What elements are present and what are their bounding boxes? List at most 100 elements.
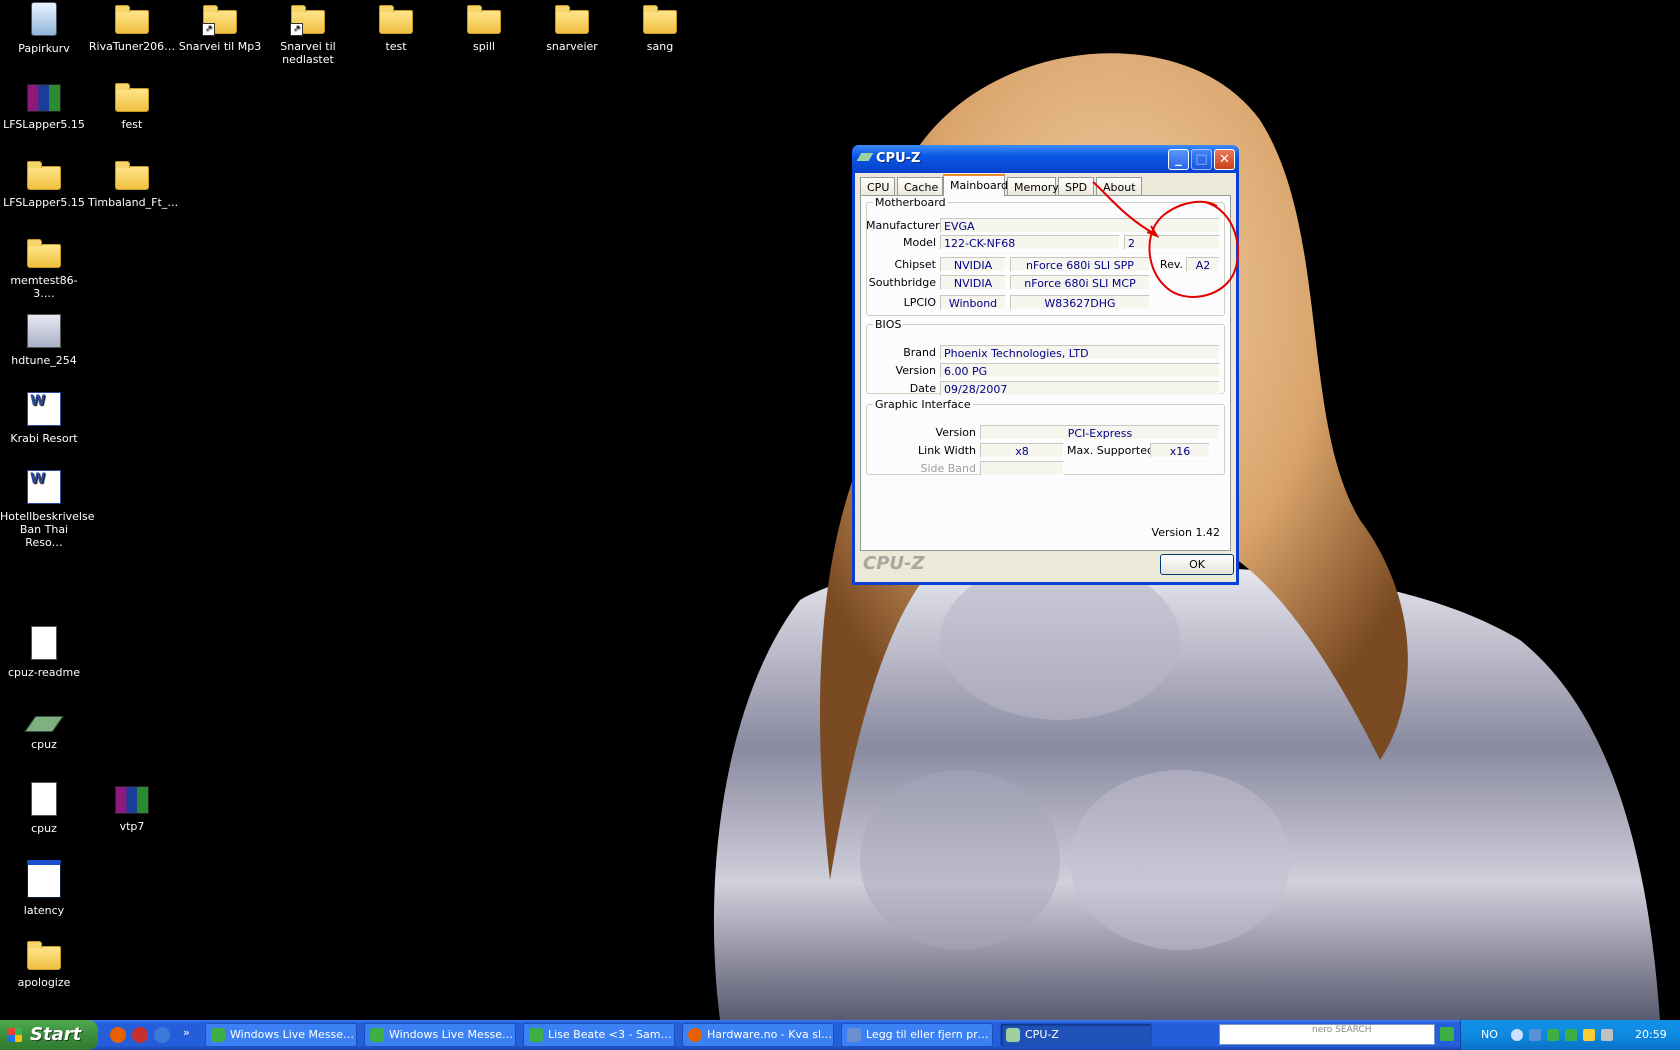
nero-search-box[interactable]: nero SEARCH	[1219, 1024, 1435, 1045]
chipset-vendor-value: NVIDIA	[940, 257, 1006, 272]
desktop-icon-test[interactable]: test	[352, 2, 440, 53]
desktop-icon-label: test	[385, 40, 407, 53]
tab-cpu[interactable]: CPU	[860, 177, 895, 196]
southbridge-vendor-value: NVIDIA	[940, 275, 1006, 290]
ie-quicklaunch-icon[interactable]	[154, 1027, 170, 1043]
folder-icon	[115, 83, 149, 112]
clock: 20:59	[1635, 1028, 1667, 1041]
group-legend: BIOS	[875, 318, 902, 331]
folder-icon	[379, 5, 413, 34]
desktop-icon-papirkurv[interactable]: Papirkurv	[0, 2, 88, 55]
tab-cache[interactable]: Cache	[897, 177, 943, 196]
folder-icon	[27, 941, 61, 970]
quicklaunch-chevron-icon[interactable]: »	[183, 1026, 190, 1039]
desktop-icon-snarvei-nedlastet[interactable]: Snarvei til nedlastet	[264, 2, 352, 66]
ok-button[interactable]: OK	[1160, 554, 1234, 575]
desktop-icon-label: LFSLapper5.15	[3, 196, 85, 209]
task-firefox[interactable]: Hardware.no - Kva sl…	[682, 1023, 834, 1047]
desktop-icon-label: hdtune_254	[11, 354, 77, 367]
tray-expand-icon[interactable]	[1511, 1029, 1523, 1041]
desktop-icon-cpuz-readme[interactable]: cpuz-readme	[0, 626, 88, 679]
side-band-label: Side Band	[920, 462, 976, 475]
messenger-tray-icon[interactable]	[1547, 1029, 1559, 1041]
tab-memory[interactable]: Memory	[1007, 177, 1059, 196]
desktop-icon-cpuz-cfg[interactable]: cpuz	[0, 782, 88, 835]
lpcio-label: LPCIO	[903, 296, 936, 309]
desktop-icon-label: latency	[23, 904, 65, 917]
desktop-icon-label: cpuz-readme	[8, 666, 80, 679]
cpuz-window: CPU-Z _ □ ✕ CPU Cache Mainboard Memory S…	[852, 145, 1239, 585]
firefox-icon	[688, 1028, 702, 1042]
config-file-icon	[31, 782, 57, 816]
task-label: Windows Live Messen…	[230, 1028, 357, 1041]
messenger-tray-icon-2[interactable]	[1565, 1029, 1577, 1041]
task-add-remove-programs[interactable]: Legg til eller fjern pro…	[841, 1023, 993, 1047]
tab-mainboard[interactable]: Mainboard	[943, 174, 1008, 196]
graphic-version-value: PCI-Express	[980, 425, 1220, 440]
bios-version-value: 6.00 PG	[940, 363, 1220, 378]
red-circle-annotation	[1092, 181, 1239, 298]
desktop-icon-rivatuner[interactable]: RivaTuner206…	[88, 2, 176, 53]
desktop-icon-label: Timbaland_Ft_…	[88, 196, 179, 209]
messenger-icon	[211, 1028, 225, 1042]
winrar-archive-icon	[115, 786, 149, 814]
window-title: CPU-Z	[876, 151, 921, 166]
desktop-icon-latency[interactable]: latency	[0, 860, 88, 917]
desktop-icon-label: Snarvei til nedlastet	[280, 40, 336, 66]
task-messenger-1[interactable]: Windows Live Messen…	[205, 1023, 357, 1047]
model-label: Model	[902, 236, 936, 249]
language-indicator[interactable]: NO	[1481, 1028, 1498, 1041]
security-alert-icon[interactable]	[1583, 1029, 1595, 1041]
task-label: CPU-Z	[1025, 1028, 1059, 1041]
search-go-icon[interactable]	[1440, 1027, 1454, 1041]
folder-icon	[115, 5, 149, 34]
desktop-icon-label: memtest86-3.…	[10, 274, 78, 300]
task-label: Windows Live Messen…	[389, 1028, 516, 1041]
start-button[interactable]: Start	[0, 1020, 98, 1050]
cpuz-chip-icon	[24, 716, 64, 732]
desktop-icon-lfslapper-rar[interactable]: LFSLapper5.15	[0, 80, 88, 131]
opera-quicklaunch-icon[interactable]	[132, 1027, 148, 1043]
task-label: Lise Beate <3 - Samtale	[548, 1028, 675, 1041]
desktop-icon-krabi[interactable]: Krabi Resort	[0, 392, 88, 445]
desktop-icon-memtest[interactable]: memtest86-3.…	[0, 236, 88, 300]
manufacturer-label: Manufacturer	[866, 219, 940, 232]
desktop-icon-spill[interactable]: spill	[440, 2, 528, 53]
task-messenger-2[interactable]: Windows Live Messen…	[364, 1023, 516, 1047]
desktop-icon-hdtune[interactable]: hdtune_254	[0, 314, 88, 367]
desktop-icon-label: apologize	[17, 976, 71, 989]
desktop-icon-label: spill	[473, 40, 495, 53]
desktop-icon-label: Hotellbeskrivelse Ban Thai Reso…	[0, 510, 95, 549]
messenger-icon	[370, 1028, 384, 1042]
taskbar: Start » Windows Live Messen… Windows Liv…	[0, 1020, 1680, 1050]
link-width-value: x8	[980, 443, 1064, 458]
desktop-icon-snarveier[interactable]: snarveier	[528, 2, 616, 53]
desktop-icon-apologize[interactable]: apologize	[0, 938, 88, 989]
desktop-icon-label: Snarvei til Mp3	[178, 40, 262, 53]
desktop-icon-label: RivaTuner206…	[88, 40, 176, 53]
window-titlebar[interactable]: CPU-Z _ □ ✕	[852, 145, 1239, 173]
desktop-icon-cpuz-app[interactable]: cpuz	[0, 704, 88, 751]
desktop-icon-lfslapper-folder[interactable]: LFSLapper5.15	[0, 158, 88, 209]
desktop-icon-snarvei-mp3[interactable]: Snarvei til Mp3	[176, 2, 264, 53]
desktop-icon-timbaland[interactable]: Timbaland_Ft_…	[88, 158, 179, 209]
folder-icon	[555, 5, 589, 34]
desktop-icon-fest[interactable]: fest	[88, 80, 176, 131]
maximize-button[interactable]: □	[1191, 149, 1212, 170]
desktop-icon-vtp7[interactable]: vtp7	[88, 782, 176, 833]
close-button[interactable]: ✕	[1214, 149, 1235, 170]
group-legend: Motherboard	[875, 196, 946, 209]
link-width-label: Link Width	[918, 444, 976, 457]
minimize-button[interactable]: _	[1168, 149, 1189, 170]
firefox-quicklaunch-icon[interactable]	[110, 1027, 126, 1043]
desktop-icon-sang[interactable]: sang	[616, 2, 704, 53]
folder-icon	[643, 5, 677, 34]
task-cpuz[interactable]: CPU-Z	[1000, 1023, 1152, 1047]
desktop-icon-hotell[interactable]: Hotellbeskrivelse Ban Thai Reso…	[0, 470, 94, 549]
volume-icon[interactable]	[1601, 1029, 1613, 1041]
desktop-icon-label: snarveier	[546, 40, 598, 53]
desktop-icon-label: cpuz	[31, 738, 57, 751]
bios-brand-label: Brand	[903, 346, 936, 359]
network-icon[interactable]	[1529, 1029, 1541, 1041]
task-chat[interactable]: Lise Beate <3 - Samtale	[523, 1023, 675, 1047]
